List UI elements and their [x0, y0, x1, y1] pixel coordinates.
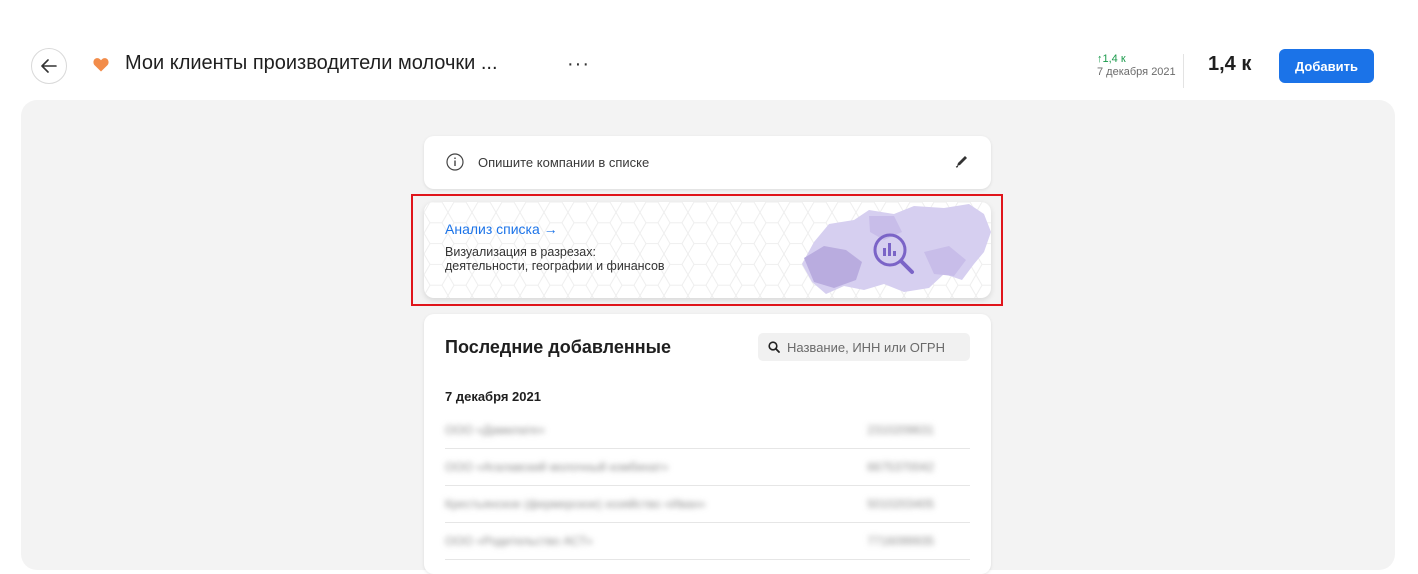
company-name[interactable]: ООО «Агалавский молочный комбинат»	[445, 460, 668, 474]
list-item[interactable]: Крестьянское (фермерское) хозяйство «Ива…	[445, 486, 970, 523]
company-name[interactable]: ООО «Дамилате»	[445, 423, 545, 437]
info-icon	[446, 153, 464, 171]
growth-date: 7 декабря 2021	[1097, 66, 1176, 78]
list-analysis-card[interactable]: Анализ списка → Визуализация в разрезах:…	[424, 202, 991, 298]
company-inn: 7716099935	[867, 534, 934, 548]
russia-map-illustration	[802, 204, 991, 294]
growth-delta: ↑1,4 к	[1097, 53, 1126, 65]
subtitle-line-2: деятельности, географии и финансов	[445, 259, 665, 273]
subtitle-line-1: Визуализация в разрезах:	[445, 245, 596, 259]
recent-title: Последние добавленные	[445, 337, 672, 357]
heart-icon[interactable]	[93, 57, 109, 72]
company-count: 1,4 к	[1208, 53, 1252, 75]
date-group-header: 7 декабря 2021	[445, 389, 541, 404]
list-stats: ↑1,4 к 7 декабря 2021	[1097, 53, 1176, 79]
recent-companies-card: Последние добавленные Название, ИНН или …	[424, 314, 991, 574]
company-search-input[interactable]: Название, ИНН или ОГРН	[758, 333, 970, 361]
company-name[interactable]: ООО «Родительство АСТ»	[445, 534, 593, 548]
more-options-button[interactable]: ···	[567, 54, 590, 74]
pencil-icon[interactable]	[955, 154, 969, 168]
company-name[interactable]: Крестьянское (фермерское) хозяйство «Ива…	[445, 497, 706, 511]
company-inn: 5010203405	[867, 497, 934, 511]
divider	[1183, 54, 1184, 88]
company-list: ООО «Дамилате» 2310209631 ООО «Агалавски…	[445, 412, 970, 560]
arrow-left-icon	[41, 59, 57, 73]
list-item[interactable]: ООО «Дамилате» 2310209631	[445, 412, 970, 449]
search-placeholder: Название, ИНН или ОГРН	[787, 339, 945, 355]
description-placeholder: Опишите компании в списке	[478, 155, 650, 170]
list-analysis-subtitle: Визуализация в разрезах: деятельности, г…	[445, 245, 745, 273]
search-icon	[768, 341, 780, 353]
list-item[interactable]: ООО «Агалавский молочный комбинат» 66753…	[445, 449, 970, 486]
company-inn: 2310209631	[867, 423, 934, 437]
add-button[interactable]: Добавить	[1279, 49, 1374, 83]
page-title: Мои клиенты производители молочки ...	[125, 52, 498, 74]
list-analysis-title[interactable]: Анализ списка →	[445, 221, 558, 237]
back-button[interactable]	[31, 48, 67, 84]
description-card[interactable]: Опишите компании в списке	[424, 136, 991, 189]
list-item[interactable]: ООО «Родительство АСТ» 7716099935	[445, 523, 970, 560]
company-inn: 6675370042	[867, 460, 934, 474]
